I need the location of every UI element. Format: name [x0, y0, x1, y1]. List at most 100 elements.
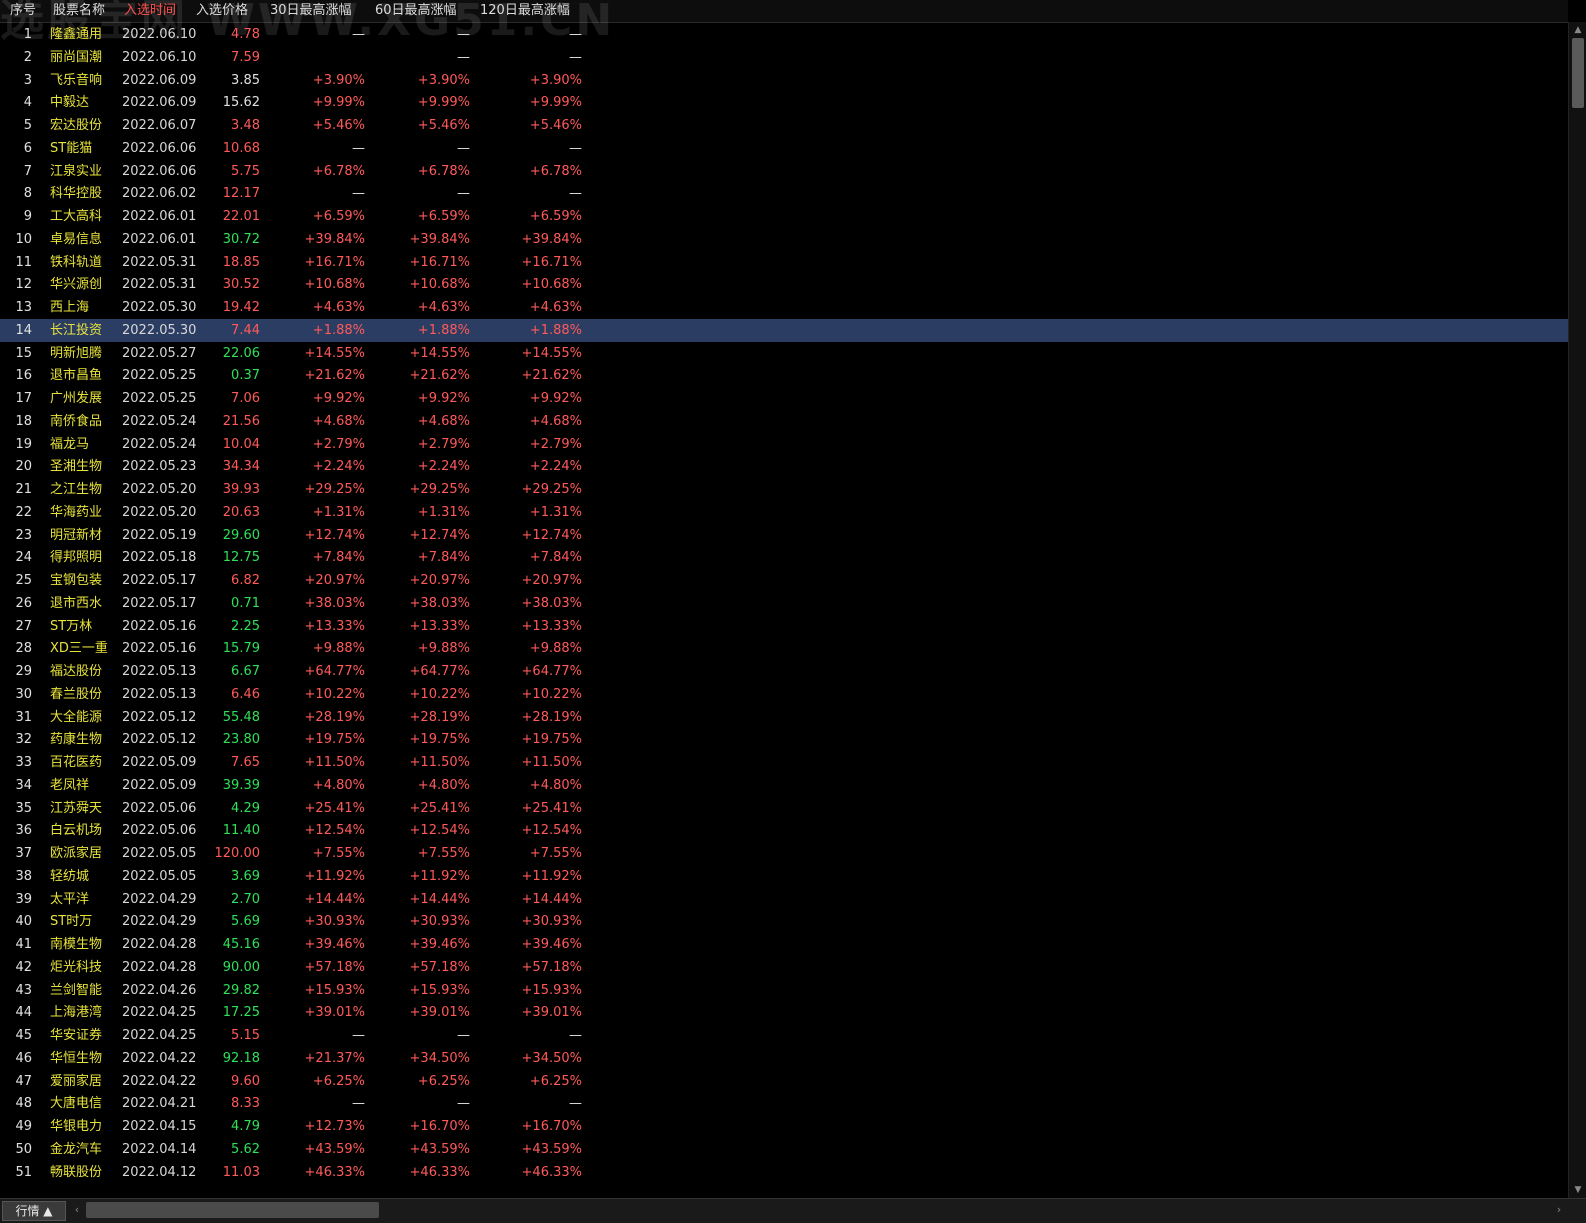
table-row[interactable]: 37 欧派家居 2022.05.05 120.00 +7.55% +7.55% +7.55% [0, 842, 1568, 865]
table-row[interactable]: 25 宝钢包装 2022.05.17 6.82 +20.97% +20.97% +20.97… [0, 569, 1568, 592]
table-row[interactable]: 31 大全能源 2022.05.12 55.48 +28.19% +28.19% +28.1… [0, 706, 1568, 729]
table-row[interactable]: 6 ST能猫 2022.06.06 10.68 — — — [0, 137, 1568, 160]
table-row[interactable]: 23 明冠新材 2022.05.19 29.60 +12.74% +12.74% +12.7… [0, 524, 1568, 547]
row-index: 1 [23, 27, 32, 42]
table-row[interactable]: 7 江泉实业 2022.06.06 5.75 +6.78% +6.78% +6.78% [0, 160, 1568, 183]
table-row[interactable]: 27 ST万林 2022.05.16 2.25 +13.33% +13.33% +13.33… [0, 615, 1568, 638]
table-row[interactable]: 41 南模生物 2022.04.28 45.16 +39.46% +39.46% +39.4… [0, 933, 1568, 956]
table-row[interactable]: 8 科华控股 2022.06.02 12.17 — — — [0, 182, 1568, 205]
scroll-up-icon[interactable]: ▲ [1569, 22, 1586, 38]
table-row[interactable]: 51 畅联股份 2022.04.12 11.03 +46.33% +46.33% +46.3… [0, 1161, 1568, 1184]
table-row[interactable]: 32 药康生物 2022.05.12 23.80 +19.75% +19.75% +19.7… [0, 728, 1568, 751]
header-gain-60d[interactable]: 60日最高涨幅 [375, 0, 457, 22]
row-index: 14 [15, 322, 32, 338]
table-row[interactable]: 24 得邦照明 2022.05.18 12.75 +7.84% +7.84% +7.84% [0, 546, 1568, 569]
table-row[interactable]: 47 爱丽家居 2022.04.22 9.60 +6.25% +6.25% +6.25% [0, 1070, 1568, 1093]
vertical-scrollbar[interactable]: ▲ ▼ [1568, 22, 1586, 1198]
table-row[interactable]: 3 飞乐音响 2022.06.09 3.85 +3.90% +3.90% +3.90% [0, 69, 1568, 92]
gain-30d: +14.44% [304, 891, 365, 907]
table-row[interactable]: 4 中毅达 2022.06.09 15.62 +9.99% +9.99% +9.99% [0, 91, 1568, 114]
select-date: 2022.04.26 [122, 982, 197, 998]
table-row[interactable]: 21 之江生物 2022.05.20 39.93 +29.25% +29.25% +29.2… [0, 478, 1568, 501]
header-gain-120d[interactable]: 120日最高涨幅 [480, 0, 570, 22]
header-select-time[interactable]: 入选时间 [124, 0, 176, 22]
row-index: 35 [15, 800, 32, 816]
table-row[interactable]: 11 铁科轨道 2022.05.31 18.85 +16.71% +16.71% +16.7… [0, 251, 1568, 274]
table-row[interactable]: 48 大唐电信 2022.04.21 8.33 — — — [0, 1092, 1568, 1115]
table-row[interactable]: 16 退市昌鱼 2022.05.25 0.37 +21.62% +21.62% +21.62… [0, 364, 1568, 387]
scroll-right-icon[interactable]: › [1552, 1201, 1566, 1219]
gain-30d: +6.59% [312, 209, 365, 224]
select-price: 6.67 [231, 664, 260, 679]
table-row[interactable]: 36 白云机场 2022.05.06 11.40 +12.54% +12.54% +12.5… [0, 819, 1568, 842]
gain-30d: — [352, 1028, 365, 1043]
header-select-price[interactable]: 入选价格 [196, 0, 248, 22]
table-row[interactable]: 42 炬光科技 2022.04.28 90.00 +57.18% +57.18% +57.1… [0, 956, 1568, 979]
scroll-left-icon[interactable]: ‹ [70, 1201, 84, 1219]
select-price: 15.62 [222, 95, 260, 111]
select-price: 8.33 [231, 1096, 260, 1112]
gain-120d: +21.62% [521, 368, 582, 384]
table-row[interactable]: 2 丽尚国潮 2022.06.10 7.59 — — [0, 46, 1568, 69]
table-row[interactable]: 1 隆鑫通用 2022.06.10 4.78 — — — [0, 23, 1568, 46]
table-row[interactable]: 33 百花医药 2022.05.09 7.65 +11.50% +11.50% +11.50… [0, 751, 1568, 774]
select-date: 2022.04.15 [122, 1119, 197, 1134]
table-row[interactable]: 30 春兰股份 2022.05.13 6.46 +10.22% +10.22% +10.22… [0, 683, 1568, 706]
row-index: 36 [15, 823, 32, 839]
table-row[interactable]: 15 明新旭腾 2022.05.27 22.06 +14.55% +14.55% +14.5… [0, 342, 1568, 365]
stock-name: 之江生物 [50, 482, 103, 497]
select-price: 11.03 [222, 1164, 260, 1180]
table-row[interactable]: 39 太平洋 2022.04.29 2.70 +14.44% +14.44% +14.44% [0, 888, 1568, 911]
gain-30d: +11.92% [304, 868, 365, 884]
table-row[interactable]: 5 宏达股份 2022.06.07 3.48 +5.46% +5.46% +5.46% [0, 114, 1568, 137]
table-row[interactable]: 19 福龙马 2022.05.24 10.04 +2.79% +2.79% +2.79% [0, 433, 1568, 456]
gain-120d: +46.33% [521, 1164, 582, 1180]
table-row[interactable]: 43 兰剑智能 2022.04.26 29.82 +15.93% +15.93% +15.9… [0, 979, 1568, 1002]
table-row[interactable]: 34 老凤祥 2022.05.09 39.39 +4.80% +4.80% +4.80% [0, 774, 1568, 797]
header-gain-30d[interactable]: 30日最高涨幅 [270, 0, 352, 22]
select-date: 2022.05.24 [122, 436, 197, 452]
row-index: 3 [23, 72, 32, 88]
table-row[interactable]: 13 西上海 2022.05.30 19.42 +4.63% +4.63% +4.63% [0, 296, 1568, 319]
header-stock-name[interactable]: 股票名称 [53, 0, 105, 22]
table-row[interactable]: 45 华安证券 2022.04.25 5.15 — — — [0, 1024, 1568, 1047]
table-row[interactable]: 17 广州发展 2022.05.25 7.06 +9.92% +9.92% +9.92% [0, 387, 1568, 410]
scroll-down-icon[interactable]: ▼ [1569, 1182, 1586, 1198]
table-row[interactable]: 28 XD三一重 2022.05.16 15.79 +9.88% +9.88% +9.88% [0, 637, 1568, 660]
header-index[interactable]: 序号 [10, 0, 36, 22]
table-row[interactable]: 40 ST时万 2022.04.29 5.69 +30.93% +30.93% +30.93… [0, 910, 1568, 933]
table-row[interactable]: 9 工大高科 2022.06.01 22.01 +6.59% +6.59% +6.59% [0, 205, 1568, 228]
table-row[interactable]: 46 华恒生物 2022.04.22 92.18 +21.37% +34.50% +34.5… [0, 1047, 1568, 1070]
table-row[interactable]: 12 华兴源创 2022.05.31 30.52 +10.68% +10.68% +10.6… [0, 273, 1568, 296]
horizontal-scroll-thumb[interactable] [86, 1202, 379, 1218]
gain-60d: +9.88% [417, 641, 470, 657]
table-row[interactable]: 50 金龙汽车 2022.04.14 5.62 +43.59% +43.59% +43.59… [0, 1138, 1568, 1161]
stock-name: 退市昌鱼 [50, 368, 103, 384]
table-row[interactable]: 14 长江投资 2022.05.30 7.44 +1.88% +1.88% +1.88% [0, 318, 1568, 342]
tab-market-quotes[interactable]: 行情 ▲ [2, 1201, 66, 1221]
select-price: 120.00 [214, 846, 261, 861]
table-row[interactable]: 20 圣湘生物 2022.05.23 34.34 +2.24% +2.24% +2.24% [0, 455, 1568, 478]
row-index: 8 [23, 186, 32, 202]
row-index: 49 [15, 1119, 32, 1134]
table-row[interactable]: 29 福达股份 2022.05.13 6.67 +64.77% +64.77% +64.77… [0, 660, 1568, 683]
stock-name: ST万林 [50, 618, 93, 634]
scroll-thumb[interactable] [1572, 38, 1584, 108]
select-date: 2022.06.10 [122, 49, 197, 65]
gain-60d: +3.90% [417, 72, 470, 88]
table-row[interactable]: 26 退市西水 2022.05.17 0.71 +38.03% +38.03% +38.03… [0, 592, 1568, 615]
row-index: 40 [15, 914, 32, 930]
table-row[interactable]: 18 南侨食品 2022.05.24 21.56 +4.68% +4.68% +4.68% [0, 410, 1568, 433]
table-row[interactable]: 38 轻纺城 2022.05.05 3.69 +11.92% +11.92% +11.92% [0, 865, 1568, 888]
table-row[interactable]: 10 卓易信息 2022.06.01 30.72 +39.84% +39.84% +39.8… [0, 228, 1568, 251]
table-row[interactable]: 49 华银电力 2022.04.15 4.79 +12.73% +16.70% +16.70… [0, 1115, 1568, 1138]
select-price: 0.37 [231, 368, 260, 384]
row-index: 25 [15, 573, 32, 588]
gain-120d: +64.77% [521, 664, 582, 679]
table-row[interactable]: 44 上海港湾 2022.04.25 17.25 +39.01% +39.01% +39.0… [0, 1001, 1568, 1024]
table-row[interactable]: 35 江苏舜天 2022.05.06 4.29 +25.41% +25.41% +25.41… [0, 797, 1568, 820]
select-date: 2022.06.09 [122, 72, 197, 88]
table-row[interactable]: 22 华海药业 2022.05.20 20.63 +1.31% +1.31% +1.31% [0, 501, 1568, 524]
row-index: 42 [15, 959, 32, 975]
gain-120d: +34.50% [521, 1050, 582, 1066]
